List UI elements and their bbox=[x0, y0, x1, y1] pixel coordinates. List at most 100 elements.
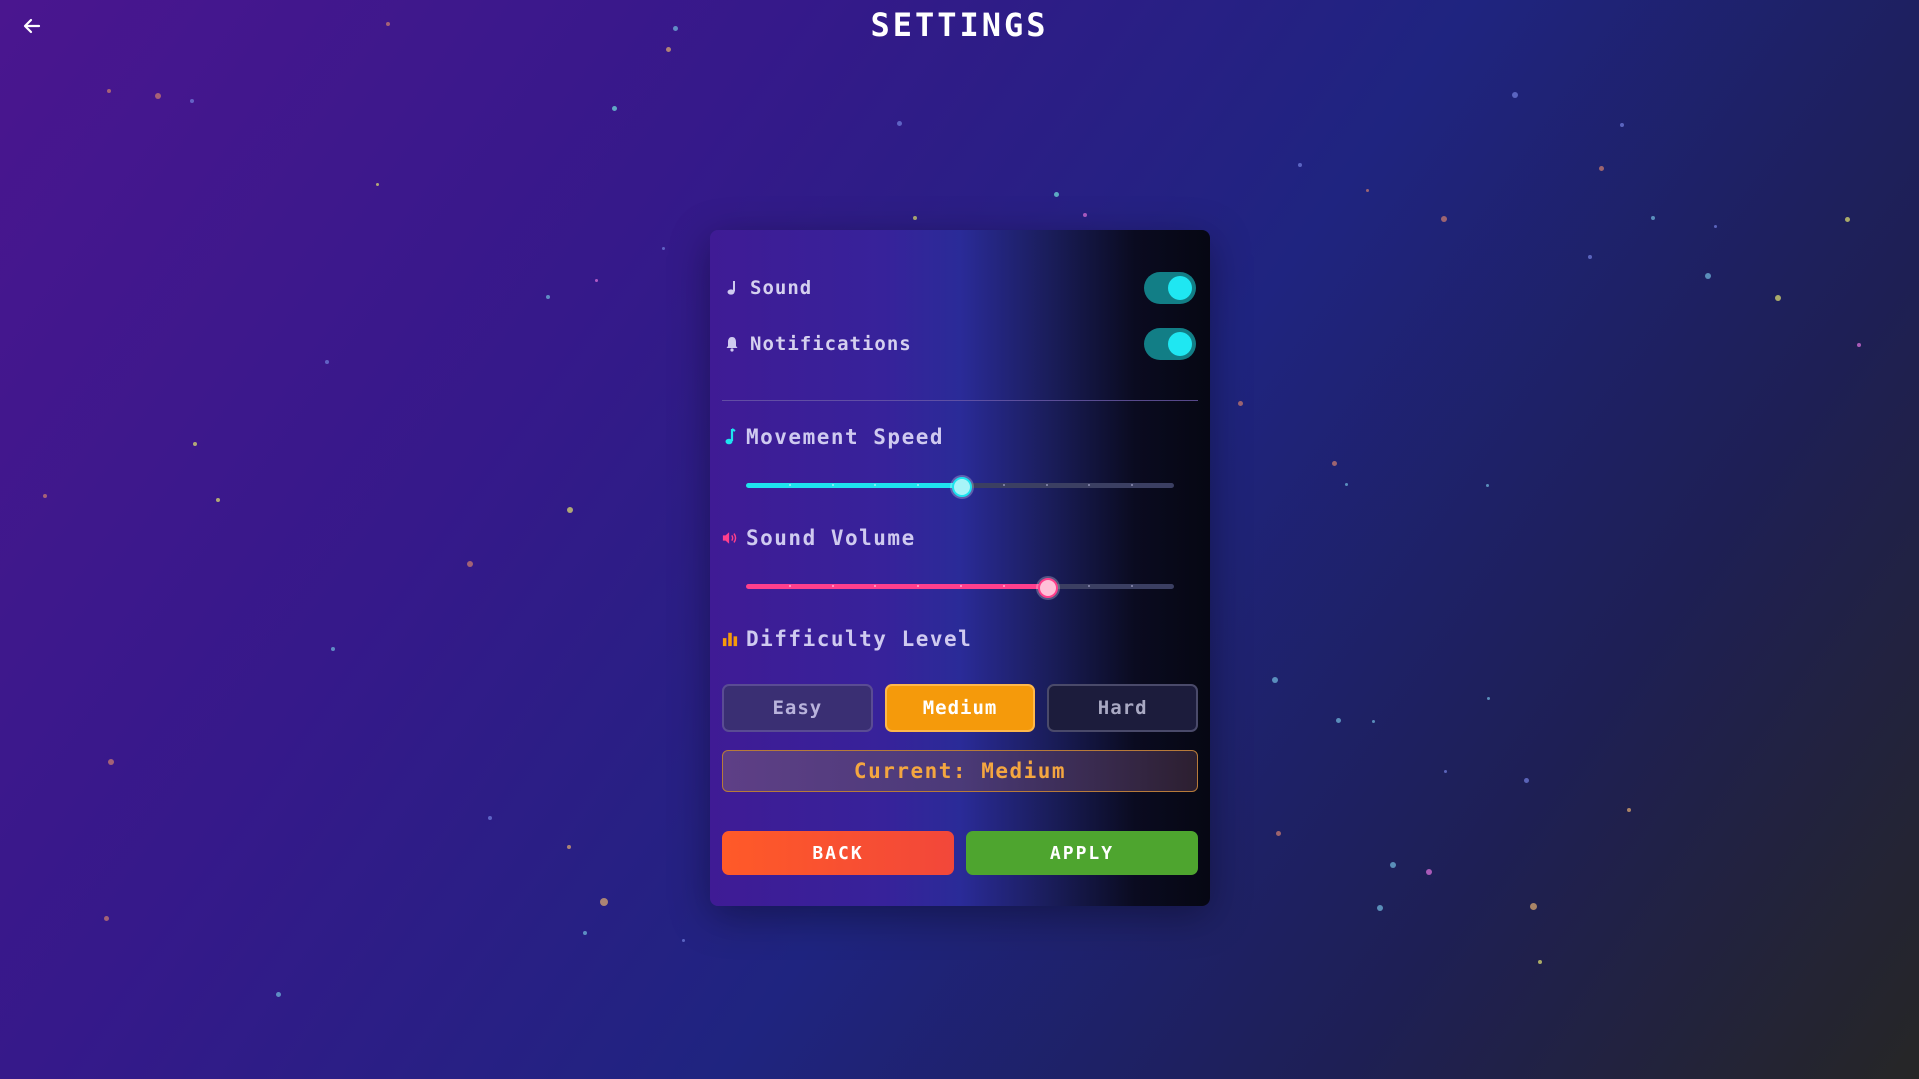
star-dot bbox=[546, 295, 550, 299]
slider-tick bbox=[788, 585, 791, 587]
slider-tick bbox=[1002, 484, 1005, 486]
star-dot bbox=[488, 816, 492, 820]
movement-speed-heading: Movement Speed bbox=[722, 425, 944, 449]
star-dot bbox=[104, 916, 109, 921]
star-dot bbox=[682, 939, 685, 942]
star-dot bbox=[1276, 831, 1281, 836]
bar-chart-icon bbox=[722, 630, 738, 648]
toggle-knob bbox=[1168, 276, 1192, 300]
apply-button[interactable]: APPLY bbox=[966, 831, 1198, 875]
star-dot bbox=[43, 494, 47, 498]
slider-fill bbox=[746, 584, 1046, 589]
star-dot bbox=[1366, 189, 1369, 192]
music-note-icon bbox=[722, 428, 738, 446]
star-dot bbox=[1298, 163, 1302, 167]
music-note-icon bbox=[724, 279, 740, 297]
sound-volume-slider[interactable] bbox=[746, 576, 1174, 598]
difficulty-medium-button[interactable]: Medium bbox=[884, 684, 1036, 732]
page-title: SETTINGS bbox=[870, 6, 1049, 44]
star-dot bbox=[276, 992, 281, 997]
star-dot bbox=[1530, 903, 1537, 910]
star-dot bbox=[376, 183, 379, 186]
star-dot bbox=[1426, 869, 1432, 875]
star-dot bbox=[1599, 166, 1604, 171]
star-dot bbox=[1372, 720, 1375, 723]
slider-thumb[interactable] bbox=[1037, 578, 1058, 598]
slider-tick bbox=[1002, 585, 1005, 587]
slider-tick bbox=[831, 585, 834, 587]
star-dot bbox=[567, 507, 573, 513]
star-dot bbox=[662, 247, 665, 250]
star-dot bbox=[1651, 216, 1655, 220]
star-dot bbox=[1054, 192, 1059, 197]
star-dot bbox=[1487, 697, 1490, 700]
star-dot bbox=[595, 279, 598, 282]
difficulty-hard-button[interactable]: Hard bbox=[1047, 684, 1199, 732]
star-dot bbox=[467, 561, 473, 567]
sound-toggle-row: Sound bbox=[724, 270, 1196, 306]
star-dot bbox=[155, 93, 161, 99]
slider-fill bbox=[746, 483, 960, 488]
star-dot bbox=[1775, 295, 1781, 301]
star-dot bbox=[1345, 483, 1348, 486]
star-dot bbox=[913, 216, 917, 220]
difficulty-easy-button[interactable]: Easy bbox=[722, 684, 873, 732]
divider bbox=[722, 400, 1198, 401]
star-dot bbox=[1336, 718, 1341, 723]
movement-speed-slider[interactable] bbox=[746, 475, 1174, 497]
star-dot bbox=[1272, 677, 1278, 683]
notifications-toggle[interactable] bbox=[1144, 328, 1196, 360]
star-dot bbox=[666, 47, 671, 52]
star-dot bbox=[1714, 225, 1717, 228]
star-dot bbox=[216, 498, 220, 502]
star-dot bbox=[1444, 770, 1447, 773]
settings-panel: Sound Notifications Movement Speed Sound… bbox=[710, 230, 1210, 906]
speaker-icon bbox=[722, 529, 738, 547]
star-dot bbox=[1627, 808, 1631, 812]
back-button[interactable]: BACK bbox=[722, 831, 954, 875]
star-dot bbox=[1705, 273, 1711, 279]
star-dot bbox=[1390, 862, 1396, 868]
action-buttons: BACK APPLY bbox=[722, 831, 1198, 875]
difficulty-options: Easy Medium Hard bbox=[722, 684, 1199, 732]
star-dot bbox=[1486, 484, 1489, 487]
notifications-toggle-row: Notifications bbox=[724, 326, 1196, 362]
star-dot bbox=[612, 106, 617, 111]
current-difficulty-display: Current: Medium bbox=[722, 750, 1198, 792]
star-dot bbox=[897, 121, 902, 126]
star-dot bbox=[1524, 778, 1529, 783]
star-dot bbox=[1845, 217, 1850, 222]
star-dot bbox=[583, 931, 587, 935]
star-dot bbox=[325, 360, 329, 364]
star-dot bbox=[1620, 123, 1624, 127]
star-dot bbox=[1588, 255, 1592, 259]
star-dot bbox=[193, 442, 197, 446]
star-dot bbox=[1332, 461, 1337, 466]
star-dot bbox=[107, 89, 111, 93]
star-dot bbox=[331, 647, 335, 651]
star-dot bbox=[1538, 960, 1542, 964]
sound-volume-label: Sound Volume bbox=[746, 526, 916, 550]
star-dot bbox=[1441, 216, 1447, 222]
movement-speed-label: Movement Speed bbox=[746, 425, 945, 449]
sound-volume-heading: Sound Volume bbox=[722, 526, 916, 550]
star-dot bbox=[567, 845, 571, 849]
difficulty-label: Difficulty Level bbox=[746, 627, 973, 651]
star-dot bbox=[1238, 401, 1243, 406]
star-dot bbox=[1377, 905, 1383, 911]
star-dot bbox=[1857, 343, 1861, 347]
toggle-knob bbox=[1168, 332, 1192, 356]
difficulty-heading: Difficulty Level bbox=[722, 627, 972, 651]
star-dot bbox=[1512, 92, 1518, 98]
sound-label: Sound bbox=[750, 277, 813, 299]
slider-tick bbox=[831, 484, 834, 486]
slider-tick bbox=[1045, 484, 1048, 486]
slider-tick bbox=[788, 484, 791, 486]
bell-icon bbox=[724, 335, 740, 353]
star-dot bbox=[1083, 213, 1087, 217]
sound-toggle[interactable] bbox=[1144, 272, 1196, 304]
star-dot bbox=[190, 99, 194, 103]
slider-tick bbox=[960, 585, 962, 587]
slider-thumb[interactable] bbox=[952, 477, 972, 497]
star-dot bbox=[600, 898, 608, 906]
